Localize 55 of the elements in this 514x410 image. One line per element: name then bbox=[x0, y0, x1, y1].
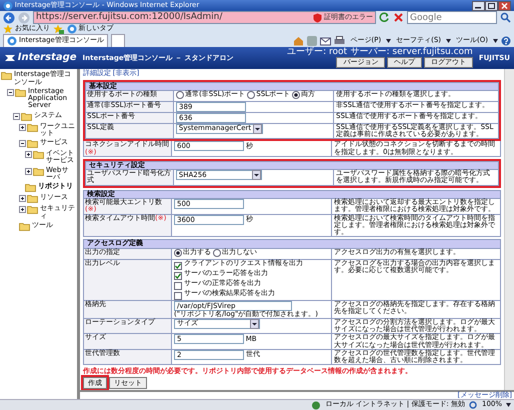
maximize-icon[interactable] bbox=[485, 0, 498, 10]
url-text: https://server.fujitsu.com:12000/IsAdmin/ bbox=[36, 12, 224, 22]
expand-icon[interactable] bbox=[19, 124, 26, 131]
caret-icon bbox=[493, 38, 498, 42]
server-label: サーバー: server.fujitsu.com bbox=[350, 48, 473, 58]
expand-icon[interactable] bbox=[19, 206, 26, 214]
help-icon[interactable] bbox=[501, 36, 511, 46]
folder-icon bbox=[25, 183, 36, 192]
browser-logo-icon bbox=[66, 24, 77, 34]
scrollbar[interactable] bbox=[504, 69, 514, 390]
collapse-icon[interactable] bbox=[7, 88, 14, 96]
radio-icon[interactable] bbox=[176, 90, 184, 99]
mail-icon[interactable] bbox=[320, 36, 332, 46]
collapse-icon[interactable] bbox=[13, 112, 20, 120]
minimize-icon[interactable] bbox=[472, 0, 485, 10]
refresh-icon[interactable] bbox=[379, 12, 390, 23]
star-icon bbox=[3, 24, 13, 34]
printer-icon[interactable] bbox=[334, 36, 346, 46]
caret-icon bbox=[446, 38, 452, 42]
add-favorite-icon[interactable] bbox=[52, 24, 64, 34]
folder-icon bbox=[33, 166, 44, 176]
folder-icon bbox=[27, 194, 38, 204]
browser-logo-icon bbox=[7, 36, 17, 46]
logo-text: Interstage bbox=[18, 52, 77, 64]
folder-icon bbox=[33, 150, 44, 160]
expand-icon[interactable] bbox=[25, 168, 32, 175]
folder-icon bbox=[21, 112, 32, 121]
caret-icon bbox=[386, 38, 392, 42]
folder-icon bbox=[27, 205, 38, 214]
radio-icon[interactable] bbox=[247, 90, 256, 99]
folder-icon bbox=[19, 222, 30, 231]
stop-icon[interactable] bbox=[393, 12, 404, 23]
user-label: ユーザー: root bbox=[287, 48, 348, 58]
checkbox[interactable] bbox=[174, 262, 182, 270]
browser-logo-icon bbox=[3, 0, 13, 10]
expand-icon[interactable] bbox=[19, 195, 26, 202]
close-icon[interactable] bbox=[498, 0, 511, 10]
radio-icon[interactable] bbox=[292, 90, 300, 99]
warning-shield-icon bbox=[313, 12, 322, 22]
collapse-icon[interactable] bbox=[19, 140, 26, 148]
expand-icon[interactable] bbox=[25, 151, 32, 158]
radio-icon[interactable] bbox=[174, 248, 182, 257]
caret-icon bbox=[506, 403, 511, 407]
search-icon[interactable] bbox=[500, 12, 511, 23]
checkbox[interactable] bbox=[174, 292, 182, 300]
back-icon[interactable] bbox=[3, 12, 15, 24]
folder-icon bbox=[27, 122, 38, 132]
folder-icon bbox=[15, 88, 26, 97]
search-field[interactable]: Google bbox=[407, 11, 497, 24]
checkbox[interactable] bbox=[174, 282, 182, 290]
checkbox[interactable] bbox=[174, 272, 182, 280]
logo-icon bbox=[4, 53, 16, 64]
folder-icon bbox=[27, 139, 38, 148]
new-tab-button[interactable] bbox=[110, 34, 125, 47]
radio-icon[interactable] bbox=[213, 248, 221, 257]
